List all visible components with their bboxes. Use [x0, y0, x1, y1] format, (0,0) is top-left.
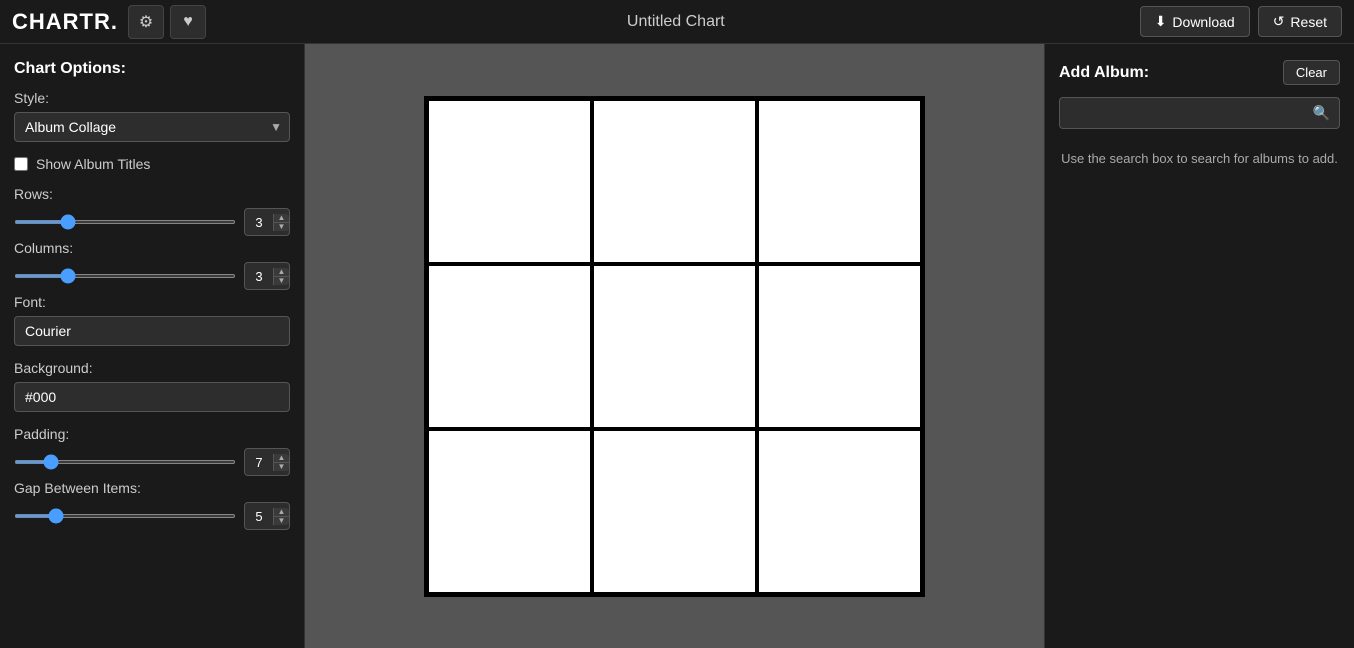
chart-cell[interactable] — [592, 429, 757, 594]
show-titles-label[interactable]: Show Album Titles — [36, 156, 150, 172]
show-titles-row: Show Album Titles — [14, 156, 290, 172]
columns-spin-down[interactable]: ▼ — [274, 277, 289, 285]
download-button[interactable]: ⬇ Download — [1140, 6, 1250, 37]
columns-label: Columns: — [14, 240, 290, 256]
background-label: Background: — [14, 360, 290, 376]
gap-slider-row: ▲ ▼ — [14, 502, 290, 530]
search-box: 🔍 — [1059, 97, 1340, 129]
download-icon: ⬇ — [1155, 13, 1167, 30]
rows-number-box: ▲ ▼ — [244, 208, 290, 236]
rows-slider[interactable] — [14, 220, 236, 224]
chart-cell[interactable] — [757, 99, 922, 264]
right-panel-header: Add Album: Clear — [1059, 60, 1340, 85]
columns-number-box: ▲ ▼ — [244, 262, 290, 290]
chart-cell[interactable] — [427, 429, 592, 594]
columns-number-input[interactable] — [245, 269, 273, 284]
gap-number-box: ▲ ▼ — [244, 502, 290, 530]
canvas-area — [305, 44, 1044, 648]
gap-spin-down[interactable]: ▼ — [274, 517, 289, 525]
columns-slider-row: ▲ ▼ — [14, 262, 290, 290]
gap-spin-buttons: ▲ ▼ — [273, 508, 289, 525]
chart-cell[interactable] — [592, 99, 757, 264]
right-panel: Add Album: Clear 🔍 Use the search box to… — [1044, 44, 1354, 648]
rows-spin-down[interactable]: ▼ — [274, 223, 289, 231]
rows-label: Rows: — [14, 186, 290, 202]
padding-spin-buttons: ▲ ▼ — [273, 454, 289, 471]
background-input[interactable] — [14, 382, 290, 412]
chart-cell[interactable] — [427, 264, 592, 429]
chart-cell[interactable] — [592, 264, 757, 429]
chart-cell[interactable] — [427, 99, 592, 264]
rows-number-input[interactable] — [245, 215, 273, 230]
show-titles-checkbox[interactable] — [14, 157, 28, 171]
chart-options-title: Chart Options: — [14, 60, 290, 78]
heart-button[interactable]: ♥ — [170, 5, 206, 39]
chart-cell[interactable] — [757, 264, 922, 429]
padding-slider[interactable] — [14, 460, 236, 464]
columns-spin-buttons: ▲ ▼ — [273, 268, 289, 285]
style-select[interactable]: Album Collage Top Albums Bar Chart — [14, 112, 290, 142]
style-select-wrapper: Album Collage Top Albums Bar Chart ▼ — [14, 112, 290, 142]
padding-spin-down[interactable]: ▼ — [274, 463, 289, 471]
padding-label: Padding: — [14, 426, 290, 442]
sidebar: Chart Options: Style: Album Collage Top … — [0, 44, 305, 648]
header-actions: ⬇ Download ↺ Reset — [1140, 6, 1342, 37]
gap-slider[interactable] — [14, 514, 236, 518]
search-hint: Use the search box to search for albums … — [1059, 149, 1340, 169]
chart-title: Untitled Chart — [212, 13, 1140, 31]
gap-number-input[interactable] — [245, 509, 273, 524]
heart-icon: ♥ — [183, 13, 193, 31]
style-label: Style: — [14, 90, 290, 106]
gap-label: Gap Between Items: — [14, 480, 290, 496]
add-album-title: Add Album: — [1059, 64, 1149, 82]
padding-number-box: ▲ ▼ — [244, 448, 290, 476]
album-search-input[interactable] — [1059, 97, 1340, 129]
rows-slider-row: ▲ ▼ — [14, 208, 290, 236]
logo: CHARTR. — [12, 9, 118, 35]
main-layout: Chart Options: Style: Album Collage Top … — [0, 44, 1354, 648]
reset-button[interactable]: ↺ Reset — [1258, 6, 1342, 37]
gear-icon: ⚙ — [139, 12, 153, 32]
rows-spin-buttons: ▲ ▼ — [273, 214, 289, 231]
clear-button[interactable]: Clear — [1283, 60, 1340, 85]
font-input[interactable] — [14, 316, 290, 346]
header: CHARTR. ⚙ ♥ Untitled Chart ⬇ Download ↺ … — [0, 0, 1354, 44]
settings-button[interactable]: ⚙ — [128, 5, 164, 39]
chart-grid — [424, 96, 925, 597]
padding-number-input[interactable] — [245, 455, 273, 470]
padding-slider-row: ▲ ▼ — [14, 448, 290, 476]
reset-icon: ↺ — [1273, 13, 1285, 30]
font-label: Font: — [14, 294, 290, 310]
chart-cell[interactable] — [757, 429, 922, 594]
columns-slider[interactable] — [14, 274, 236, 278]
